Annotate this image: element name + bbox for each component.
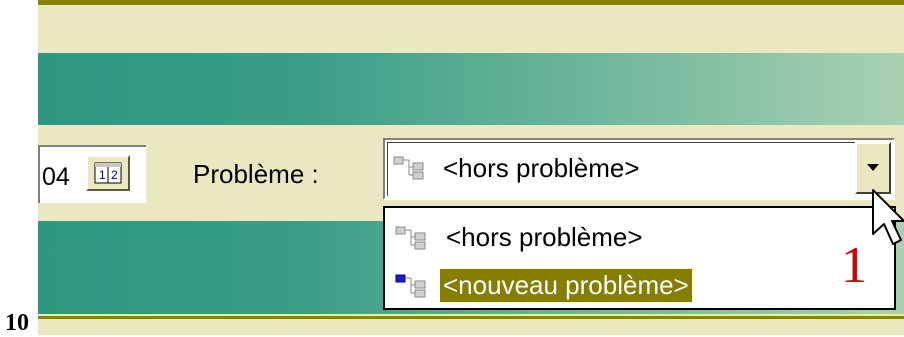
calendar-button[interactable]: 1 2: [86, 155, 130, 191]
step-annotation: 1: [841, 237, 867, 294]
svg-text:1: 1: [99, 168, 106, 182]
screenshot-frame: 04 1 2 Problème : <hors problème> <hors …: [38, 0, 904, 335]
header-band: [38, 5, 904, 53]
tree-structure-new-icon: [395, 274, 429, 303]
year-field[interactable]: 04 1 2: [38, 145, 146, 203]
svg-text:2: 2: [111, 168, 118, 182]
dropdown-option-label: <hors problème>: [446, 222, 643, 252]
tree-structure-icon: [395, 226, 429, 255]
mouse-pointer-icon: [872, 189, 904, 245]
bottom-rule: [38, 316, 904, 319]
dropdown-option-label-selected: <nouveau problème>: [439, 268, 693, 303]
problem-label: Problème :: [193, 159, 319, 189]
chevron-down-icon: [867, 164, 879, 171]
problem-combobox[interactable]: <hors problème>: [383, 138, 895, 200]
dropdown-option-hors-probleme[interactable]: <hors problème>: [385, 216, 894, 260]
year-value: 04: [42, 163, 70, 191]
tree-structure-icon: [393, 156, 427, 185]
teal-banner-top: [38, 53, 904, 125]
dropdown-option-nouveau-probleme[interactable]: <nouveau problème>: [385, 264, 894, 308]
problem-dropdown-list: <hors problème> <nouveau problème>: [383, 206, 896, 310]
page-number: 10: [5, 310, 29, 336]
combo-selected-value: <hors problème>: [443, 153, 640, 183]
combo-dropdown-button[interactable]: [855, 142, 891, 194]
calendar-icon: 1 2: [94, 162, 122, 184]
